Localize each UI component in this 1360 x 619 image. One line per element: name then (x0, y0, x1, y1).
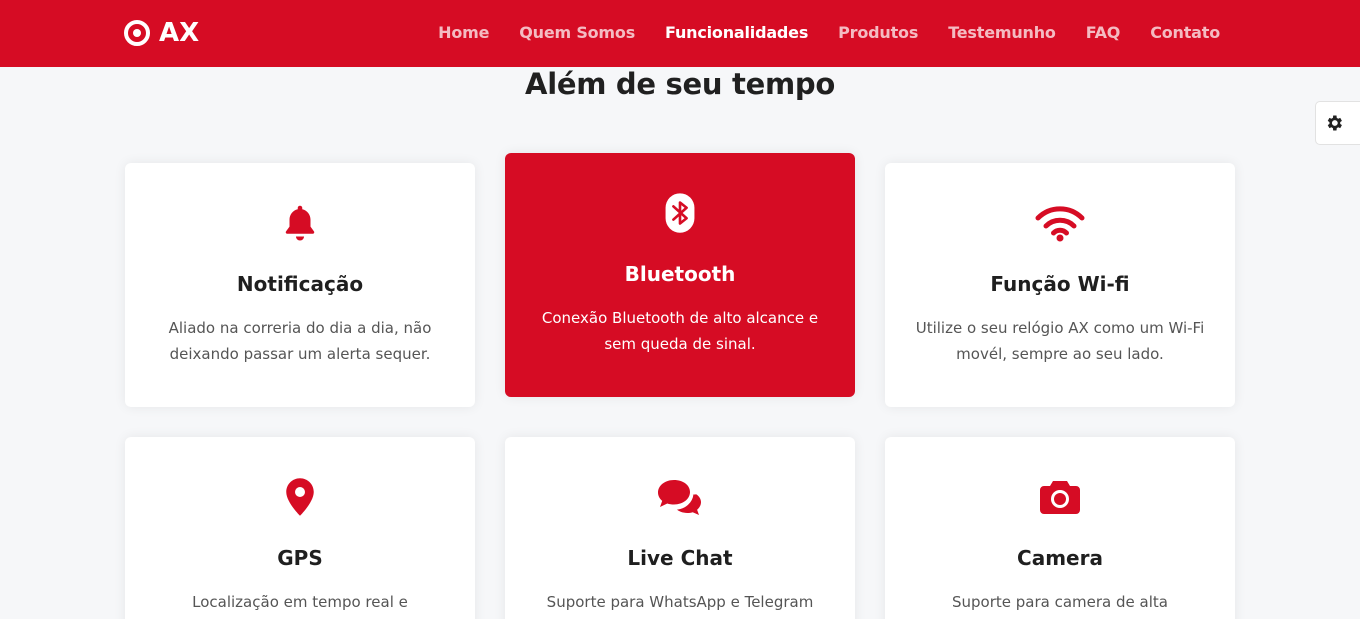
feature-card-live-chat: Live Chat Suporte para WhatsApp e Telegr… (505, 437, 855, 619)
feature-description: Suporte para WhatsApp e Telegram (546, 593, 814, 611)
nav-item-home[interactable]: Home (438, 22, 489, 44)
feature-title: GPS (277, 546, 323, 570)
feature-description: Suporte para camera de alta (952, 593, 1168, 611)
feature-title: Bluetooth (624, 262, 736, 286)
target-logo-icon (124, 20, 150, 46)
feature-card-notificacao: Notificação Aliado na correria do dia a … (125, 163, 475, 407)
feature-description: Localização em tempo real e (192, 593, 408, 611)
nav-item-contato[interactable]: Contato (1150, 22, 1220, 44)
chat-icon (658, 480, 701, 515)
nav-item-produtos[interactable]: Produtos (838, 22, 918, 44)
feature-description: Conexão Bluetooth de alto alcance e sem … (541, 309, 819, 353)
feature-description: Utilize o seu relógio AX como um Wi-Fi m… (915, 319, 1205, 363)
feature-title: Notificação (236, 272, 364, 296)
section-title: Além de seu tempo (525, 67, 835, 101)
feature-card-wifi: Função Wi-fi Utilize o seu relógio AX co… (885, 163, 1235, 407)
feature-title: Camera (1017, 546, 1103, 570)
bell-icon (285, 205, 315, 241)
wifi-icon (1035, 206, 1085, 242)
gear-icon (1327, 115, 1342, 131)
feature-description: Aliado na correria do dia a dia, não dei… (168, 319, 432, 363)
brand-logo[interactable]: AX (124, 19, 199, 47)
feature-title: Live Chat (627, 546, 733, 570)
feature-title: Função Wi-fi (990, 272, 1130, 296)
nav-item-faq[interactable]: FAQ (1086, 22, 1121, 44)
feature-card-camera: Camera Suporte para camera de alta (885, 437, 1235, 619)
main-nav: Home Quem Somos Funcionalidades Produtos… (438, 22, 1220, 44)
feature-card-gps: GPS Localização em tempo real e (125, 437, 475, 619)
nav-item-funcionalidades[interactable]: Funcionalidades (665, 22, 808, 44)
brand-name: AX (159, 18, 200, 48)
settings-button[interactable] (1315, 101, 1360, 145)
bluetooth-icon (665, 193, 695, 233)
nav-item-quem-somos[interactable]: Quem Somos (519, 22, 635, 44)
map-pin-icon (286, 478, 314, 516)
camera-icon (1040, 481, 1080, 514)
navbar: AX Home Quem Somos Funcionalidades Produ… (0, 0, 1360, 67)
nav-item-testemunho[interactable]: Testemunho (948, 22, 1056, 44)
feature-card-bluetooth: Bluetooth Conexão Bluetooth de alto alca… (505, 153, 855, 397)
